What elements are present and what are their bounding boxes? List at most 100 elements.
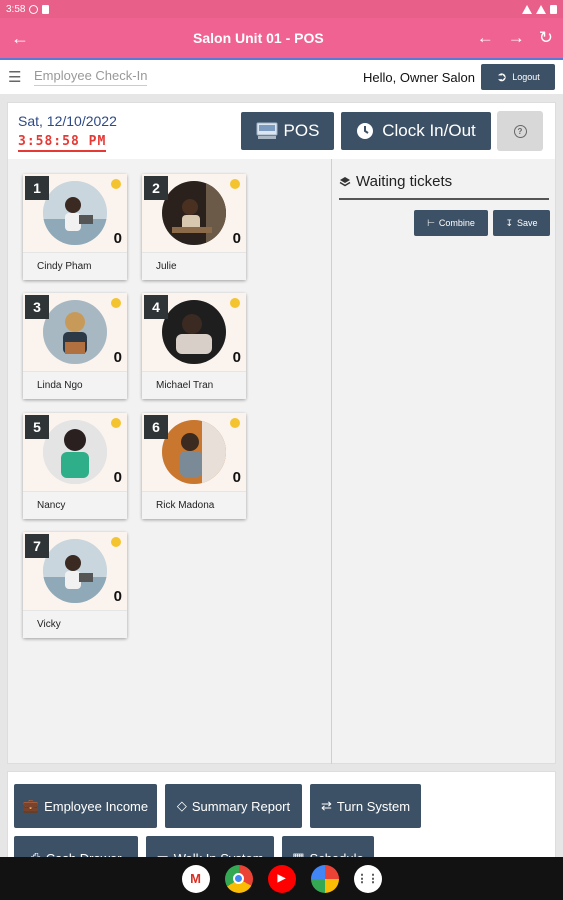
storage-icon: [42, 4, 50, 14]
hamburger-menu-icon[interactable]: ☰: [8, 68, 30, 86]
logout-label: Logout: [512, 72, 540, 82]
summary-report-button[interactable]: ◇ Summary Report: [165, 784, 302, 828]
employee-card[interactable]: 5 0 Nancy: [23, 413, 127, 519]
notification-icon: [29, 4, 39, 14]
current-time: 3:58:58 PM: [18, 134, 107, 152]
combine-label: Combine: [438, 218, 475, 228]
employee-number: 2: [144, 176, 168, 200]
employee-number: 6: [144, 415, 168, 439]
employee-card[interactable]: 6 0 Rick Madona: [142, 413, 246, 519]
logout-button[interactable]: ➲ Logout: [481, 64, 555, 90]
taskbar: M ▶ ⋮⋮: [0, 857, 563, 900]
status-dot: [111, 537, 121, 547]
avatar: [162, 300, 226, 364]
employee-number: 7: [25, 534, 49, 558]
employee-name: Linda Ngo: [23, 371, 127, 399]
combine-button[interactable]: ⊢ Combine: [414, 210, 488, 236]
employee-card[interactable]: 1 0 Cindy Pham: [23, 174, 127, 280]
save-label: Save: [517, 218, 538, 228]
employee-number: 5: [25, 415, 49, 439]
browser-back-icon[interactable]: ←: [477, 28, 494, 48]
youtube-icon[interactable]: ▶: [267, 864, 296, 893]
save-button[interactable]: ↧ Save: [493, 210, 550, 236]
refresh-icon[interactable]: ↻: [539, 28, 553, 48]
waiting-tickets-header: Waiting tickets: [339, 173, 452, 190]
battery-icon: [550, 4, 557, 14]
employee-card[interactable]: 7 0 Vicky: [23, 532, 127, 638]
avatar: [162, 420, 226, 484]
employee-name: Julie: [142, 252, 246, 280]
ticket-count: 0: [113, 588, 122, 605]
tools-panel: 💼 Employee Income ◇ Summary Report ⇄ Tur…: [7, 771, 556, 861]
employee-number: 4: [144, 295, 168, 319]
gmail-icon[interactable]: M: [181, 864, 210, 893]
clock-in-out-button[interactable]: Clock In/Out: [341, 112, 491, 150]
employee-number: 3: [25, 295, 49, 319]
summary-report-label: Summary Report: [191, 798, 291, 814]
app-drawer-icon[interactable]: ⋮⋮: [353, 864, 382, 893]
signal-icon: [536, 4, 546, 14]
main-panel: Sat, 12/10/2022 3:58:58 PM POS Clock In/…: [7, 102, 556, 764]
help-button[interactable]: ?: [497, 111, 543, 151]
app-title: Salon Unit 01 - POS: [193, 30, 324, 46]
avatar: [43, 420, 107, 484]
employee-name: Rick Madona: [142, 491, 246, 519]
employee-name: Nancy: [23, 491, 127, 519]
current-date: Sat, 12/10/2022: [18, 113, 117, 129]
status-dot: [230, 298, 240, 308]
turn-system-button[interactable]: ⇄ Turn System: [310, 784, 421, 828]
stack-icon: [339, 176, 351, 186]
logout-icon: ➲: [496, 69, 508, 84]
employee-name: Cindy Pham: [23, 252, 127, 280]
status-dot: [111, 418, 121, 428]
browser-forward-icon[interactable]: →: [508, 28, 525, 48]
clock-label: Clock In/Out: [382, 121, 476, 140]
photos-icon[interactable]: [310, 864, 339, 893]
status-dot: [111, 179, 121, 189]
status-dot: [230, 418, 240, 428]
employee-card[interactable]: 3 0 Linda Ngo: [23, 293, 127, 399]
top-strip: Sat, 12/10/2022 3:58:58 PM POS Clock In/…: [8, 103, 555, 159]
status-bar: 3:58: [0, 0, 563, 18]
avatar: [162, 181, 226, 245]
panel-divider: [331, 159, 332, 764]
combine-icon: ⊢: [427, 217, 435, 228]
avatar: [43, 539, 107, 603]
pos-button[interactable]: POS: [241, 112, 334, 150]
briefcase-icon: 💼: [22, 798, 40, 813]
wifi-icon: [522, 4, 532, 14]
employee-name: Michael Tran: [142, 371, 246, 399]
status-time: 3:58: [6, 3, 26, 15]
register-icon: [256, 122, 278, 139]
status-dot: [111, 298, 121, 308]
diamond-icon: ◇: [176, 798, 187, 813]
ticket-count: 0: [113, 469, 122, 486]
avatar: [43, 181, 107, 245]
ticket-count: 0: [113, 230, 122, 247]
employee-card[interactable]: 2 0 Julie: [142, 174, 246, 280]
download-icon: ↧: [505, 217, 514, 228]
ticket-count: 0: [232, 230, 241, 247]
employee-income-button[interactable]: 💼 Employee Income: [14, 784, 157, 828]
page-header: ☰ Employee Check-In Hello, Owner Salon ➲…: [0, 60, 563, 94]
greeting-text: Hello, Owner Salon: [363, 69, 475, 85]
waiting-tickets-title: Waiting tickets: [356, 173, 453, 190]
help-icon: ?: [513, 124, 527, 138]
chrome-icon[interactable]: [224, 864, 253, 893]
ticket-count: 0: [232, 469, 241, 486]
employee-card[interactable]: 4 0 Michael Tran: [142, 293, 246, 399]
employee-number: 1: [25, 176, 49, 200]
avatar: [43, 300, 107, 364]
ticket-count: 0: [113, 349, 122, 366]
clock-icon: [357, 123, 374, 139]
page-title: Employee Check-In: [34, 68, 148, 86]
pos-label: POS: [283, 121, 320, 140]
back-arrow-icon[interactable]: ←: [0, 28, 40, 49]
turn-system-label: Turn System: [336, 798, 411, 814]
app-bar: ← Salon Unit 01 - POS ← → ↻: [0, 18, 563, 58]
repeat-icon: ⇄: [320, 798, 332, 813]
status-dot: [230, 179, 240, 189]
waiting-tickets-underline: [339, 198, 549, 200]
employee-income-label: Employee Income: [44, 798, 149, 814]
employee-name: Vicky: [23, 610, 127, 638]
